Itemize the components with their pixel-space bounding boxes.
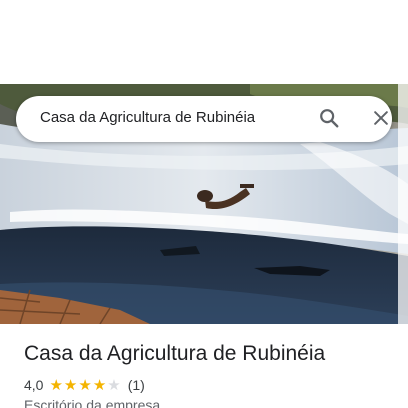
place-info-panel: Casa da Agricultura de Rubinéia 4,0 ★ ★ ★ ★… bbox=[0, 324, 408, 408]
star-icon: ★ bbox=[107, 376, 121, 394]
star-icon: ★ bbox=[49, 376, 63, 394]
place-title: Casa da Agricultura de Rubinéia bbox=[24, 342, 326, 365]
star-icon: ★ bbox=[63, 376, 78, 394]
top-blank-area bbox=[0, 0, 408, 84]
place-category: Escritório da empresa bbox=[24, 397, 161, 408]
search-bar[interactable]: Casa da Agricultura de Rubinéia bbox=[16, 96, 392, 142]
rating-row[interactable]: 4,0 ★ ★ ★ ★ ★ (1) bbox=[24, 376, 145, 394]
close-button[interactable] bbox=[366, 105, 396, 135]
search-icon bbox=[318, 107, 340, 134]
star-icon: ★ bbox=[78, 376, 92, 394]
rating-stars: ★ ★ ★ ★ ★ bbox=[49, 378, 121, 393]
close-icon bbox=[371, 108, 391, 133]
search-input[interactable]: Casa da Agricultura de Rubinéia bbox=[40, 109, 255, 126]
rating-value: 4,0 bbox=[24, 377, 44, 393]
star-icon: ★ bbox=[92, 376, 107, 394]
review-count[interactable]: (1) bbox=[128, 377, 145, 393]
search-button[interactable] bbox=[314, 105, 344, 135]
